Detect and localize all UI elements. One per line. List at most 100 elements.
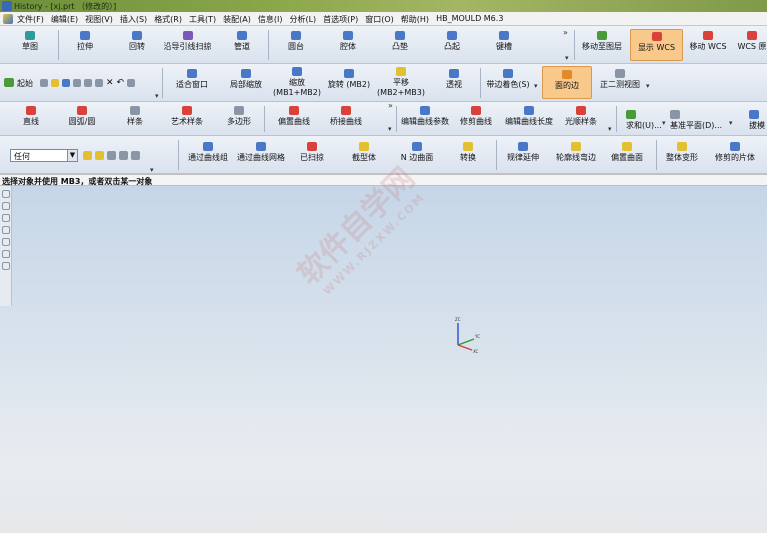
- emboss-button[interactable]: 凸起: [438, 31, 466, 52]
- menu-view[interactable]: 视图(V): [85, 14, 113, 25]
- zoom-region-button[interactable]: 局部缩放: [226, 69, 266, 90]
- n-sided-surface-button[interactable]: N 边曲面: [398, 142, 436, 163]
- graphics-window[interactable]: [0, 186, 767, 533]
- toolbar-overflow-icon[interactable]: »: [563, 28, 568, 37]
- move-to-layer-button[interactable]: 移动至图层: [580, 31, 624, 52]
- swept-button[interactable]: 已扫掠: [298, 142, 326, 163]
- arc-tool-icon[interactable]: [2, 202, 10, 210]
- menu-window[interactable]: 窗口(O): [365, 14, 394, 25]
- through-curve-mesh-button[interactable]: 通过曲线网格: [236, 142, 286, 163]
- delete-icon[interactable]: ✕: [106, 79, 114, 88]
- render-style-dropdown-icon[interactable]: ▾: [534, 82, 538, 90]
- menu-format[interactable]: 格式(R): [154, 14, 182, 25]
- sum-dropdown-arrow-icon[interactable]: ▾: [662, 119, 666, 127]
- show-wcs-button[interactable]: 显示 WCS: [630, 29, 683, 61]
- rotate-button[interactable]: 旋转 (MB2): [326, 69, 372, 90]
- sweep-along-guide-button[interactable]: 沿导引线扫掠: [160, 31, 215, 52]
- chevron-down-icon[interactable]: ▼: [67, 150, 77, 161]
- section-body-button[interactable]: 截型体: [350, 142, 378, 163]
- face-edges-button[interactable]: 面的边: [542, 66, 592, 99]
- trimetric-view-button[interactable]: 正二测视图: [598, 69, 642, 90]
- toolbar-overflow-icon[interactable]: »: [388, 101, 393, 110]
- menu-tools[interactable]: 工具(T): [189, 14, 216, 25]
- sketch-button[interactable]: 草图: [14, 31, 46, 52]
- profile-flange-button[interactable]: 轮廓线弯边: [556, 142, 596, 163]
- trimmed-sheet-button[interactable]: 修剪的片体: [714, 142, 756, 163]
- datum-plane-icon: [670, 110, 680, 119]
- deselect-icon[interactable]: [119, 151, 128, 160]
- plus-icon[interactable]: [2, 262, 10, 270]
- menu-hb-mould[interactable]: HB_MOULD M6.3: [436, 14, 503, 25]
- menu-assembly[interactable]: 装配(A): [223, 14, 251, 25]
- transform-button[interactable]: 转换: [456, 142, 480, 163]
- paste-icon[interactable]: [95, 79, 103, 87]
- through-curves-button[interactable]: 通过曲线组: [186, 142, 230, 163]
- draft-button[interactable]: 拔模: [749, 110, 767, 131]
- spline-button[interactable]: 样条: [122, 106, 148, 127]
- undo-icon[interactable]: ↶: [117, 79, 125, 88]
- open-file-icon[interactable]: [51, 79, 59, 87]
- toolbar-dropdown-icon[interactable]: ▾: [565, 54, 569, 62]
- save-icon[interactable]: [62, 79, 70, 87]
- smooth-spline-button[interactable]: 光顺样条: [564, 106, 598, 127]
- global-shaping-button[interactable]: 整体变形: [664, 142, 700, 163]
- sum-dropdown-button[interactable]: 求和(U)...: [626, 110, 662, 131]
- view-orientation-dropdown-icon[interactable]: ▾: [646, 82, 650, 90]
- offset-surface-button[interactable]: 偏置曲面: [610, 142, 644, 163]
- pan-button[interactable]: 平移 (MB2+MB3): [376, 67, 426, 98]
- shaded-with-edges-button[interactable]: 带边着色(S): [486, 69, 530, 90]
- select-icon[interactable]: [127, 79, 136, 87]
- line-button[interactable]: 直线: [18, 106, 44, 127]
- wcs-origin-button[interactable]: WCS 原: [737, 31, 767, 52]
- pocket-button[interactable]: 腔体: [334, 31, 362, 52]
- perspective-button[interactable]: 透视: [440, 69, 468, 90]
- fit-button[interactable]: 适合窗口: [172, 69, 212, 90]
- polygon-button[interactable]: 多边形: [224, 106, 254, 127]
- slot-button[interactable]: 键槽: [490, 31, 518, 52]
- line-tool-icon[interactable]: [2, 190, 10, 198]
- menu-insert[interactable]: 插入(S): [120, 14, 147, 25]
- menu-edit[interactable]: 编辑(E): [51, 14, 78, 25]
- new-file-icon[interactable]: [40, 79, 48, 87]
- point-tool-icon[interactable]: [2, 226, 10, 234]
- extrude-button[interactable]: 拉伸: [70, 31, 100, 52]
- tube-button[interactable]: 管道: [228, 31, 256, 52]
- toolbar-dropdown-icon[interactable]: ▾: [150, 166, 154, 174]
- zoom-button[interactable]: 缩放 (MB1+MB2): [272, 67, 322, 98]
- move-wcs-button[interactable]: 移动 WCS: [689, 31, 727, 52]
- start-menu-button[interactable]: 起始: [4, 78, 33, 89]
- cut-icon[interactable]: [73, 79, 81, 87]
- edit-curve-params-button[interactable]: 编辑曲线参数: [400, 106, 450, 127]
- menu-help[interactable]: 帮助(H): [401, 14, 429, 25]
- toolbar-dropdown-icon[interactable]: ▾: [155, 92, 159, 100]
- snap-point-icon[interactable]: [95, 151, 104, 160]
- trim-curve-button[interactable]: 修剪曲线: [458, 106, 494, 127]
- pad-button[interactable]: 凸垫: [386, 31, 414, 52]
- wcs-triad[interactable]: ZC YC XC: [452, 315, 482, 355]
- toolbar-dropdown-icon[interactable]: ▾: [608, 125, 612, 133]
- copy-icon[interactable]: [84, 79, 92, 87]
- menu-analysis[interactable]: 分析(L): [289, 14, 316, 25]
- studio-spline-button[interactable]: 艺术样条: [168, 106, 206, 127]
- cursor-icon[interactable]: [131, 151, 140, 160]
- offset-curve-button[interactable]: 偏置曲线: [274, 106, 314, 127]
- menu-file[interactable]: 文件(F): [17, 14, 44, 25]
- curve-tool-icon[interactable]: [2, 214, 10, 222]
- datum-plane-dropdown-icon[interactable]: ▾: [729, 119, 733, 127]
- menu-info[interactable]: 信息(I): [258, 14, 283, 25]
- toolbar-dropdown-icon[interactable]: ▾: [388, 125, 392, 133]
- snap-icon[interactable]: [83, 151, 92, 160]
- datum-plane-button[interactable]: 基准平面(D)...: [670, 110, 722, 131]
- polygon-tool-icon[interactable]: [2, 250, 10, 258]
- edit-curve-length-button[interactable]: 编辑曲线长度: [504, 106, 554, 127]
- select-filter-icon[interactable]: [107, 151, 116, 160]
- bridge-curve-button[interactable]: 桥接曲线: [326, 106, 366, 127]
- revolve-button[interactable]: 回转: [122, 31, 152, 52]
- boss-button[interactable]: 圆台: [282, 31, 310, 52]
- nx-icon[interactable]: [3, 14, 13, 24]
- arc-circle-button[interactable]: 圆弧/圆: [66, 106, 98, 127]
- law-extension-button[interactable]: 规律延伸: [506, 142, 540, 163]
- menu-preferences[interactable]: 首选项(P): [323, 14, 358, 25]
- circle-tool-icon[interactable]: [2, 238, 10, 246]
- type-filter-select[interactable]: 任何 ▼: [10, 149, 78, 162]
